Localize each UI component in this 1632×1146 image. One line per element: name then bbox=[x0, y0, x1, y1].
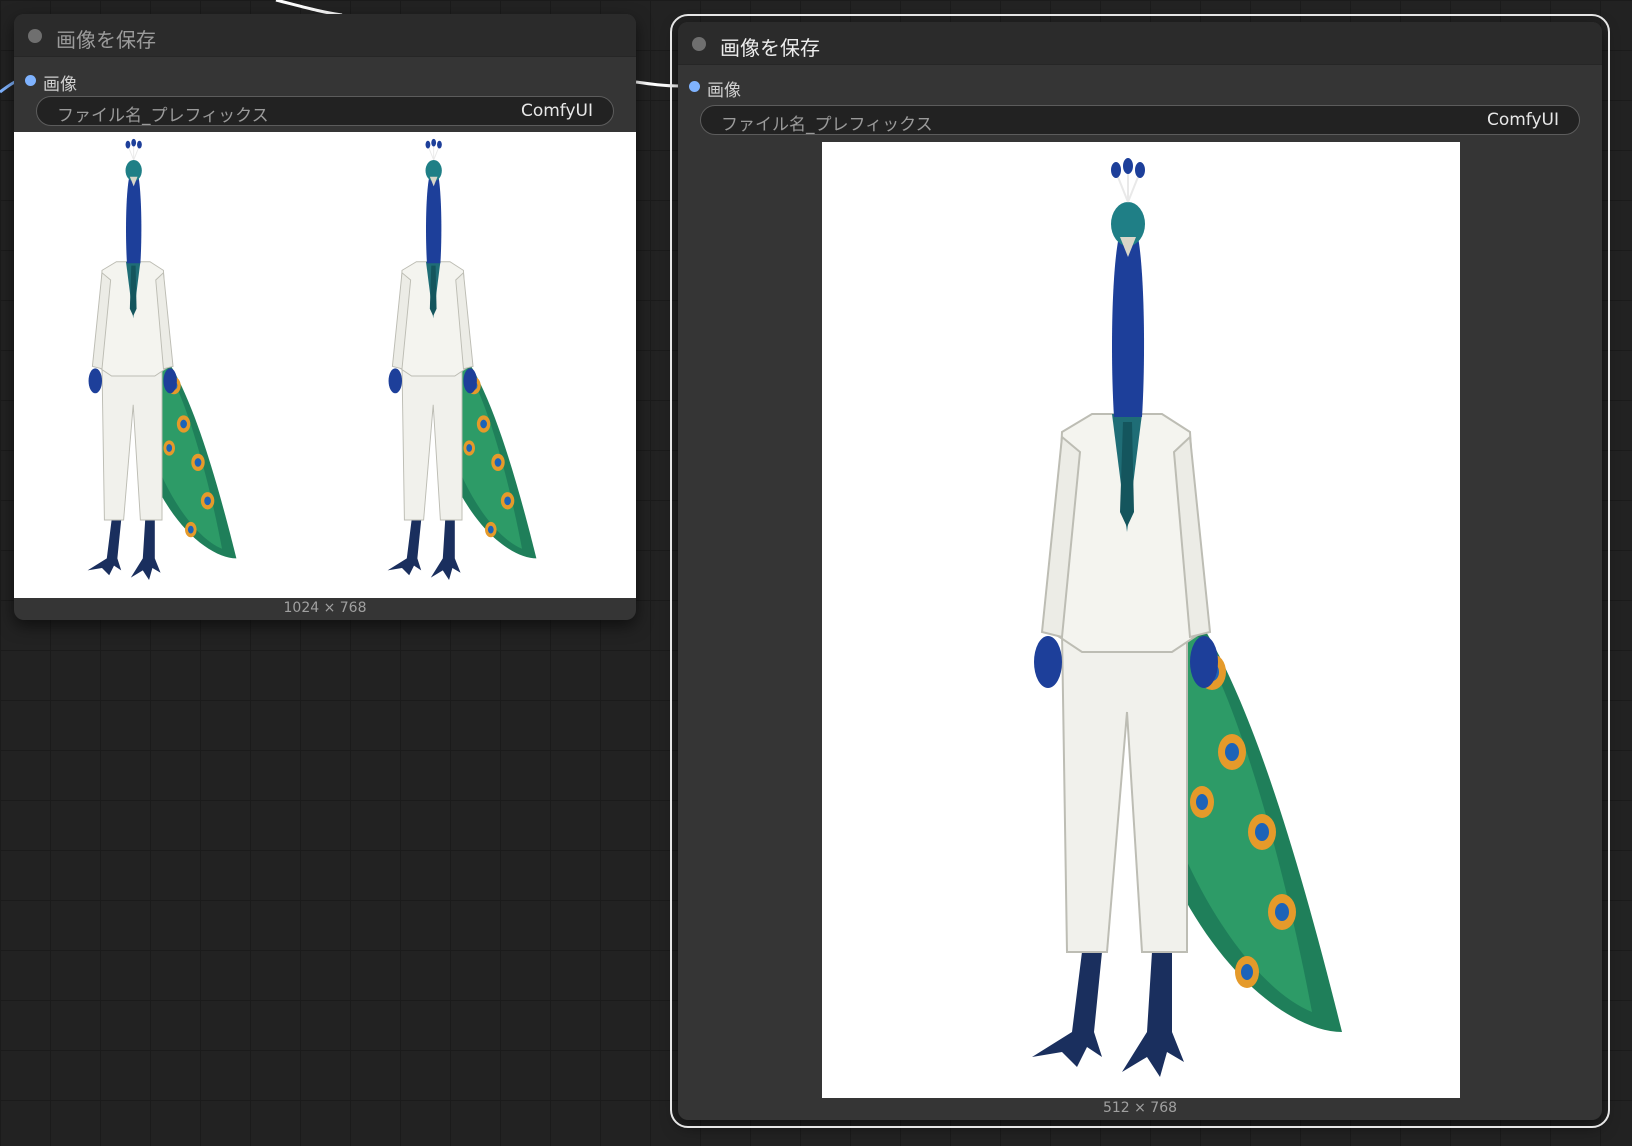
save-image-node-selected[interactable]: 画像を保存 画像 ファイル名_プレフィックス ComfyUI 512 × 768 bbox=[670, 14, 1610, 1128]
input-connector-icon[interactable] bbox=[689, 81, 700, 92]
filename-prefix-widget[interactable]: ファイル名_プレフィックス ComfyUI bbox=[700, 105, 1580, 135]
node-title: 画像を保存 bbox=[720, 36, 820, 60]
node-header[interactable]: 画像を保存 bbox=[14, 14, 636, 57]
widget-value: ComfyUI bbox=[1486, 110, 1559, 130]
widget-name: ファイル名_プレフィックス bbox=[721, 115, 933, 135]
input-label: 画像 bbox=[43, 75, 77, 95]
preview-image bbox=[1031, 157, 1343, 1078]
preview-image-1 bbox=[87, 138, 237, 581]
preview-image-2 bbox=[387, 138, 537, 581]
collapse-toggle-icon[interactable] bbox=[692, 37, 706, 51]
node-title: 画像を保存 bbox=[56, 28, 156, 52]
image-size-label: 512 × 768 bbox=[1102, 1100, 1178, 1116]
link-wire-middle bbox=[635, 80, 681, 88]
image-preview[interactable] bbox=[822, 142, 1460, 1098]
link-wire-top bbox=[275, 0, 343, 17]
input-connector-icon[interactable] bbox=[25, 75, 36, 86]
widget-name: ファイル名_プレフィックス bbox=[57, 106, 269, 126]
widget-value: ComfyUI bbox=[520, 101, 593, 121]
save-image-node[interactable]: 画像を保存 画像 ファイル名_プレフィックス ComfyUI 1024 × 76… bbox=[14, 14, 636, 620]
image-size-label: 1024 × 768 bbox=[283, 600, 367, 616]
input-label: 画像 bbox=[707, 81, 741, 101]
image-input-slot[interactable]: 画像 bbox=[14, 70, 314, 95]
filename-prefix-widget[interactable]: ファイル名_プレフィックス ComfyUI bbox=[36, 96, 614, 126]
node-header[interactable]: 画像を保存 bbox=[678, 22, 1602, 65]
image-preview[interactable] bbox=[14, 132, 636, 598]
image-input-slot[interactable]: 画像 bbox=[678, 76, 978, 101]
collapse-toggle-icon[interactable] bbox=[28, 29, 42, 43]
